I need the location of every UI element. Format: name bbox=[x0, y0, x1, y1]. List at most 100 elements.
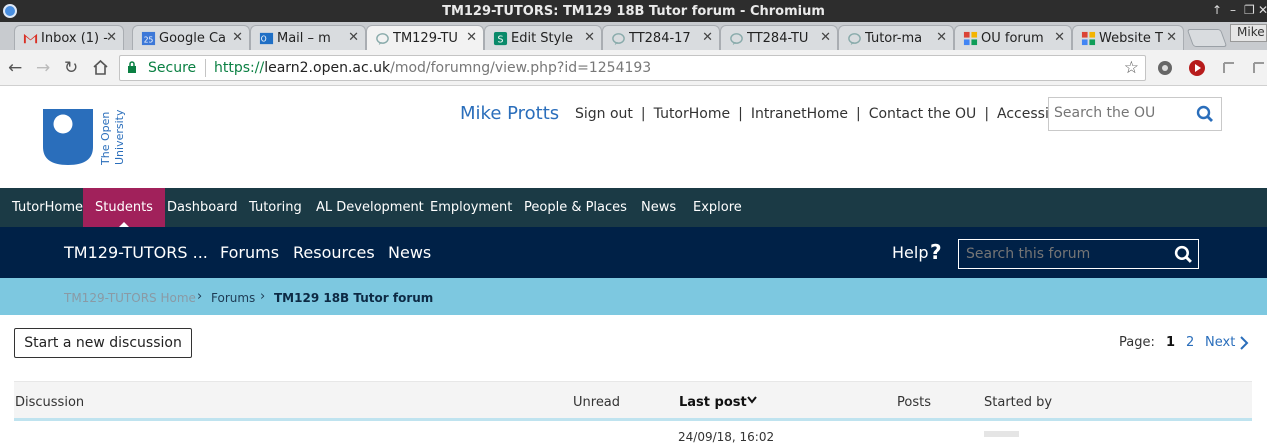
tab-title: Inbox (1) - bbox=[41, 31, 108, 46]
home-icon[interactable] bbox=[92, 59, 109, 76]
breadcrumb-forums[interactable]: Forums bbox=[211, 291, 255, 305]
ou-forum-icon bbox=[612, 33, 625, 46]
divider bbox=[205, 59, 206, 77]
tab-ou-forum[interactable]: OU forum ✕ bbox=[954, 25, 1072, 50]
column-started-by[interactable]: Started by bbox=[984, 395, 1052, 410]
search-icon[interactable] bbox=[1174, 245, 1193, 264]
page-2-link[interactable]: 2 bbox=[1186, 335, 1194, 350]
column-discussion[interactable]: Discussion bbox=[15, 395, 84, 410]
tab-tt284-17[interactable]: TT284-17 ✕ bbox=[602, 25, 720, 50]
extension-icon[interactable] bbox=[1250, 59, 1267, 77]
tab-edit-style[interactable]: S Edit Style ✕ bbox=[484, 25, 602, 50]
sign-out-link[interactable]: Sign out bbox=[575, 106, 633, 122]
stylish-icon: S bbox=[493, 31, 508, 45]
close-icon[interactable]: ✕ bbox=[584, 30, 595, 45]
tab-tt284-tu[interactable]: TT284-TU ✕ bbox=[720, 25, 838, 50]
nav-tutorhome[interactable]: TutorHome bbox=[0, 188, 95, 227]
chevron-right-icon: › bbox=[197, 289, 203, 304]
open-university-logo[interactable]: The Open University bbox=[43, 107, 133, 167]
tab-title: Website T bbox=[1099, 31, 1163, 46]
browser-toolbar: ← → ↻ Secure https://learn2.open.ac.uk/m… bbox=[0, 50, 1267, 86]
svg-text:25: 25 bbox=[144, 35, 154, 44]
close-icon[interactable]: ✕ bbox=[936, 30, 947, 45]
divider: | bbox=[738, 106, 743, 122]
nav-al-development[interactable]: AL Development bbox=[304, 188, 436, 227]
contact-link[interactable]: Contact the OU bbox=[869, 106, 977, 122]
record-extension-icon[interactable] bbox=[1188, 59, 1206, 77]
chevron-right-icon: › bbox=[260, 289, 266, 304]
pagination-label: Page: bbox=[1119, 335, 1155, 350]
window-close-button[interactable]: ✕ bbox=[1258, 3, 1267, 17]
search-icon[interactable] bbox=[1196, 105, 1214, 123]
site-search-input[interactable] bbox=[1054, 105, 1189, 121]
intranethome-link[interactable]: IntranetHome bbox=[751, 106, 848, 122]
window-minimize-button[interactable]: – bbox=[1230, 3, 1236, 17]
gmail-icon bbox=[23, 33, 38, 44]
divider: | bbox=[855, 106, 861, 122]
page-current: 1 bbox=[1166, 335, 1176, 350]
close-icon[interactable]: ✕ bbox=[466, 30, 477, 45]
address-bar[interactable]: Secure https://learn2.open.ac.uk/mod/for… bbox=[119, 55, 1146, 81]
column-unread[interactable]: Unread bbox=[573, 395, 620, 410]
column-last-post[interactable]: Last post bbox=[679, 395, 747, 410]
chevron-right-icon[interactable] bbox=[1239, 335, 1249, 351]
new-tab-button[interactable] bbox=[1186, 29, 1228, 47]
nav-students[interactable]: Students bbox=[83, 188, 165, 227]
svg-text:S: S bbox=[498, 34, 504, 45]
close-icon[interactable]: ✕ bbox=[1054, 30, 1065, 45]
tab-strip: Inbox (1) - ✕ 25 Google Ca ✕ O Mail – m … bbox=[0, 22, 1267, 50]
column-posts[interactable]: Posts bbox=[897, 395, 931, 410]
nav-people-places[interactable]: People & Places bbox=[512, 188, 639, 227]
back-icon[interactable]: ← bbox=[8, 58, 22, 78]
nav-news[interactable]: News bbox=[629, 188, 688, 227]
window-maximize-button[interactable]: ❐ bbox=[1244, 3, 1255, 17]
tutorhome-link[interactable]: TutorHome bbox=[654, 106, 730, 122]
tab-mail[interactable]: O Mail – m ✕ bbox=[250, 25, 366, 50]
help-icon[interactable]: ? bbox=[930, 240, 942, 264]
nav-tutoring[interactable]: Tutoring bbox=[237, 188, 314, 227]
tab-tutor-ma[interactable]: Tutor-ma ✕ bbox=[838, 25, 954, 50]
start-discussion-button[interactable]: Start a new discussion bbox=[14, 328, 192, 358]
avatar bbox=[984, 431, 1019, 437]
nav-employment[interactable]: Employment bbox=[418, 188, 524, 227]
outlook-icon: O bbox=[259, 32, 274, 45]
logo-text-2: University bbox=[113, 109, 126, 165]
tab-google-calendar[interactable]: 25 Google Ca ✕ bbox=[132, 25, 250, 50]
tab-website[interactable]: Website T ✕ bbox=[1072, 25, 1184, 50]
settings-extension-icon[interactable] bbox=[1156, 59, 1174, 77]
news-link[interactable]: News bbox=[388, 243, 431, 262]
profile-button[interactable]: Mike bbox=[1230, 24, 1267, 42]
resources-link[interactable]: Resources bbox=[293, 243, 375, 262]
next-page-link[interactable]: Next bbox=[1205, 335, 1235, 350]
close-icon[interactable]: ✕ bbox=[820, 30, 831, 45]
tab-tm129[interactable]: TM129-TU ✕ bbox=[366, 25, 484, 50]
url-scheme: https:// bbox=[214, 60, 265, 76]
window-arrow-up-icon[interactable]: ↑ bbox=[1212, 3, 1222, 17]
close-icon[interactable]: ✕ bbox=[232, 30, 243, 45]
reload-icon[interactable]: ↻ bbox=[64, 58, 78, 78]
close-icon[interactable]: ✕ bbox=[348, 30, 359, 45]
tab-inbox[interactable]: Inbox (1) - ✕ bbox=[14, 25, 124, 50]
breadcrumb-home[interactable]: TM129-TUTORS Home bbox=[64, 291, 196, 305]
nav-dashboard[interactable]: Dashboard bbox=[155, 188, 250, 227]
url-text[interactable]: https://learn2.open.ac.uk/mod/forumng/vi… bbox=[214, 60, 651, 76]
window-titlebar: TM129-TUTORS: TM129 18B Tutor forum - Ch… bbox=[0, 0, 1267, 22]
close-icon[interactable]: ✕ bbox=[702, 30, 713, 45]
username[interactable]: Mike Protts bbox=[460, 103, 559, 124]
nav-explore[interactable]: Explore bbox=[681, 188, 754, 227]
forums-link[interactable]: Forums bbox=[220, 243, 279, 262]
forum-site-link[interactable]: TM129-TUTORS ... bbox=[64, 243, 208, 262]
bookmark-star-icon[interactable]: ☆ bbox=[1124, 58, 1139, 78]
divider: | bbox=[984, 106, 990, 122]
close-icon[interactable]: ✕ bbox=[106, 30, 117, 45]
tab-title: TM129-TU bbox=[393, 31, 458, 46]
forward-icon[interactable]: → bbox=[36, 58, 50, 78]
forum-search-input[interactable] bbox=[966, 246, 1166, 262]
help-link[interactable]: Help bbox=[892, 243, 928, 262]
extension-icon[interactable] bbox=[1220, 59, 1238, 77]
tab-title: OU forum bbox=[981, 31, 1044, 46]
close-icon[interactable]: ✕ bbox=[1166, 30, 1177, 45]
tab-title: TT284-17 bbox=[629, 31, 691, 46]
discussion-table-header: Discussion Unread Last post Posts Starte… bbox=[14, 381, 1252, 421]
chevron-down-icon[interactable] bbox=[747, 396, 757, 404]
